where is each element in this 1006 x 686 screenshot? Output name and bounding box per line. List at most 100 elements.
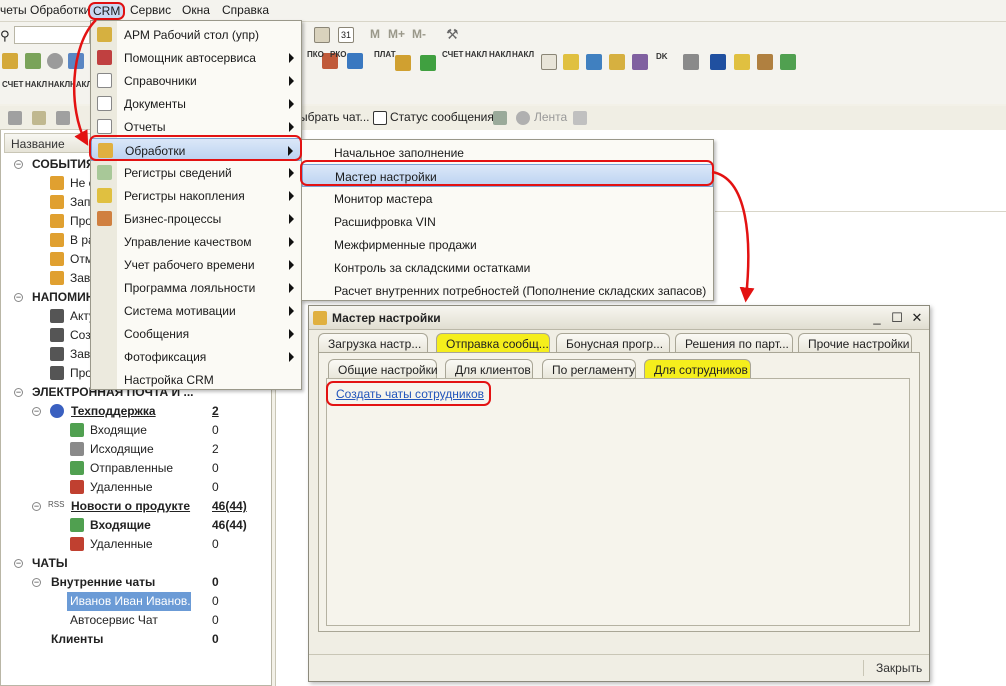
subtab-schedule[interactable]: По регламенту — [542, 359, 636, 379]
menu-item-info-registers[interactable]: Регистры сведений — [91, 161, 301, 184]
table-icon[interactable] — [314, 27, 330, 43]
collapse-icon[interactable]: − — [32, 578, 41, 587]
tree-item[interactable]: Заве — [50, 345, 97, 364]
tree-item[interactable]: Акту — [50, 307, 95, 326]
tab-bonus-program[interactable]: Бонусная прогр... — [556, 333, 670, 353]
folder-add-icon[interactable] — [32, 111, 46, 125]
refresh-icon[interactable] — [8, 111, 22, 125]
tree-item-support[interactable]: − Техподдержка 2 — [30, 402, 268, 421]
people-icon[interactable] — [2, 53, 18, 69]
tab-send-messages[interactable]: Отправка сообщ... — [436, 333, 550, 353]
menu-item-arm-desktop[interactable]: АРМ Рабочий стол (упр) — [91, 23, 301, 46]
tree-item-news[interactable]: − RSS Новости о продукте 46(44) — [30, 497, 268, 516]
collapse-icon[interactable]: − — [14, 559, 23, 568]
collapse-icon[interactable]: − — [32, 407, 41, 416]
submenu-item-stock-control[interactable]: Контроль за складскими остатками — [302, 256, 713, 279]
menu-windows[interactable]: Окна — [182, 3, 210, 17]
subtab-general[interactable]: Общие настройки — [328, 359, 438, 379]
tree-item[interactable]: Созд — [50, 326, 97, 345]
tab-load-settings[interactable]: Загрузка настр... — [318, 333, 428, 353]
tree-item[interactable]: Отм — [50, 250, 93, 269]
collapse-icon[interactable]: − — [14, 388, 23, 397]
grid-icon[interactable] — [493, 111, 507, 125]
feed-button[interactable]: Лента — [534, 110, 567, 124]
menu-help[interactable]: Справка — [222, 3, 269, 17]
dk-label[interactable]: DK — [656, 52, 668, 61]
waybill-label-3[interactable]: НАКЛ — [512, 50, 534, 59]
coins-icon[interactable] — [609, 54, 625, 70]
menu-item-photo[interactable]: Фотофиксация — [91, 345, 301, 368]
cash-in-label[interactable]: ПКО — [307, 50, 324, 59]
tree-icon[interactable] — [573, 111, 587, 125]
waybill-label-2[interactable]: НАКЛ — [489, 50, 511, 59]
submenu-item-internal-needs[interactable]: Расчет внутренних потребностей (Пополнен… — [302, 279, 713, 302]
document-icon[interactable] — [68, 53, 84, 69]
message-status-button[interactable]: Статус сообщения — [390, 110, 494, 124]
close-window-button[interactable]: ✕ — [909, 310, 925, 326]
tree-item[interactable]: Удаленные 0 — [70, 535, 250, 554]
subtab-employees[interactable]: Для сотрудников — [644, 359, 751, 379]
tree-item-selected[interactable]: Иванов Иван Иванов... — [67, 592, 197, 611]
user-icon[interactable] — [780, 54, 796, 70]
database-icon[interactable] — [632, 54, 648, 70]
memory-minus-button[interactable]: M- — [412, 27, 426, 41]
menu-item-loyalty[interactable]: Программа лояльности — [91, 276, 301, 299]
tab-other-settings[interactable]: Прочие настройки — [798, 333, 912, 353]
menu-service[interactable]: Сервис — [130, 3, 171, 17]
tree-group-chats[interactable]: − ЧАТЫ — [12, 554, 92, 573]
menu-reports[interactable]: четы — [0, 3, 27, 17]
invoice-label[interactable]: СЧЕТ — [442, 50, 463, 59]
settings-icon[interactable] — [47, 53, 63, 69]
menu-item-autoservice-helper[interactable]: Помощник автосервиса — [91, 46, 301, 69]
tree-item[interactable]: В ра — [50, 231, 95, 250]
submenu-item-intercompany-sales[interactable]: Межфирменные продажи — [302, 233, 713, 256]
payment-label[interactable]: ПЛАТ — [374, 50, 396, 59]
menu-item-messages[interactable]: Сообщения — [91, 322, 301, 345]
menu-item-catalogs[interactable]: Справочники — [91, 69, 301, 92]
menu-crm[interactable]: CRM — [88, 2, 126, 20]
tree-item[interactable]: Входящие 46(44) — [70, 516, 250, 535]
tree-item[interactable]: Входящие 0 — [70, 421, 250, 440]
transfer-icon[interactable] — [347, 53, 363, 69]
sync-icon[interactable] — [420, 55, 436, 71]
tree-group-events[interactable]: − СОБЫТИЯ — [12, 155, 95, 174]
tree-item-clients[interactable]: Клиенты 0 — [50, 630, 230, 649]
tree-item-internal-chats[interactable]: − Внутренние чаты 0 — [30, 573, 230, 592]
tree-item[interactable]: Отправленные 0 — [70, 459, 250, 478]
waybill-label[interactable]: НАКЛ — [465, 50, 487, 59]
edit-icon[interactable] — [56, 111, 70, 125]
collapse-icon[interactable]: − — [32, 502, 41, 511]
waybill-label-small-2[interactable]: НАКЛ — [48, 80, 70, 89]
search-icon[interactable]: ⚲ — [0, 28, 10, 44]
tree-item[interactable]: Зав — [50, 269, 90, 288]
choose-chat-button[interactable]: ыбрать чат... — [299, 110, 370, 124]
tree-item[interactable]: Про — [50, 212, 92, 231]
memory-button[interactable]: M — [370, 27, 380, 41]
maximize-button[interactable]: ☐ — [889, 310, 905, 326]
menu-item-business-processes[interactable]: Бизнес-процессы — [91, 207, 301, 230]
search-input[interactable] — [14, 26, 90, 44]
menu-item-documents[interactable]: Документы — [91, 92, 301, 115]
subtab-clients[interactable]: Для клиентов — [445, 359, 533, 379]
menu-item-quality[interactable]: Управление качеством — [91, 230, 301, 253]
menu-item-crm-settings[interactable]: Настройка CRM — [91, 368, 301, 391]
folder-icon[interactable] — [734, 54, 750, 70]
memory-plus-button[interactable]: M+ — [388, 27, 405, 41]
tree-group-reminders[interactable]: − НАПОМИН — [12, 288, 94, 307]
waybill-label-small-3[interactable]: НАКЛ — [70, 80, 92, 89]
chart-icon[interactable] — [25, 53, 41, 69]
tree-item[interactable]: Запл — [50, 193, 97, 212]
tree-item[interactable]: Про — [50, 364, 92, 383]
submenu-item-wizard-monitor[interactable]: Монитор мастера — [302, 187, 713, 210]
tree-item[interactable]: Исходящие 2 — [70, 440, 250, 459]
invoice-label-small[interactable]: СЧЕТ — [2, 80, 23, 89]
cash-out-label[interactable]: РКО — [330, 50, 346, 59]
user-group-icon[interactable] — [757, 54, 773, 70]
waybill-label-small[interactable]: НАКЛ — [25, 80, 47, 89]
star-icon[interactable] — [563, 54, 579, 70]
calendar-icon[interactable]: 31 — [338, 27, 354, 43]
tools-icon[interactable]: ⚒ — [446, 26, 459, 43]
page-icon[interactable] — [541, 54, 557, 70]
bar-chart-icon[interactable] — [586, 54, 602, 70]
tree-item[interactable]: Автосервис Чат 0 — [67, 611, 227, 630]
